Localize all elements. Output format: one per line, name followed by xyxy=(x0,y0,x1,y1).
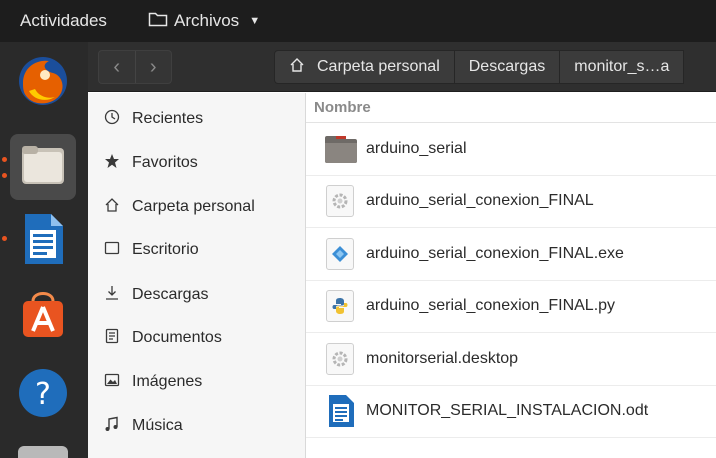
clock-icon xyxy=(104,109,132,130)
column-header-nombre[interactable]: Nombre xyxy=(306,93,716,123)
document-icon xyxy=(104,328,132,349)
svg-text:?: ? xyxy=(35,377,51,412)
python-file-icon xyxy=(326,290,354,323)
sidebar-item-descargas[interactable]: Descargas xyxy=(104,280,208,310)
executable-icon xyxy=(326,185,354,218)
download-icon xyxy=(104,285,132,306)
partial-dock-icon xyxy=(18,446,68,458)
navigation-buttons: ‹ › xyxy=(98,50,172,84)
sidebar-item-label: Recientes xyxy=(132,110,204,127)
dock: ? xyxy=(0,42,88,458)
file-name: monitorserial.desktop xyxy=(366,349,519,367)
software-center-icon xyxy=(19,287,67,344)
odt-document-icon xyxy=(324,394,358,428)
sidebar-item-label: Escritorio xyxy=(132,241,199,258)
sidebar-item-label: Documentos xyxy=(132,329,222,346)
places-sidebar: Recientes Favoritos Carpeta personal Esc… xyxy=(88,93,306,458)
activities-button[interactable]: Actividades xyxy=(0,11,148,31)
dock-item-files[interactable] xyxy=(10,134,76,200)
sidebar-item-label: Carpeta personal xyxy=(132,198,255,215)
home-icon xyxy=(289,57,305,78)
star-icon xyxy=(104,153,132,174)
sidebar-item-carpeta-personal[interactable]: Carpeta personal xyxy=(104,192,255,222)
help-icon: ? xyxy=(17,367,69,424)
folder-icon xyxy=(324,132,358,166)
running-indicator xyxy=(2,173,7,178)
dock-item-software[interactable] xyxy=(10,282,76,348)
folder-outline-icon xyxy=(148,11,168,32)
file-name: arduino_serial_conexion_FINAL xyxy=(366,192,594,210)
list-item[interactable]: arduino_serial_conexion_FINAL.exe xyxy=(306,228,716,281)
file-name: arduino_serial_conexion_FINAL.exe xyxy=(366,244,624,262)
breadcrumb-label: monitor_s…a xyxy=(574,58,670,75)
app-menu-label: Archivos xyxy=(174,11,240,30)
writer-icon xyxy=(21,212,65,271)
list-item[interactable]: monitorserial.desktop xyxy=(306,333,716,386)
file-name: arduino_serial_conexion_FINAL.py xyxy=(366,297,616,315)
sidebar-item-musica[interactable]: Música xyxy=(104,411,183,441)
path-bar: Carpeta personal Descargas monitor_s…a xyxy=(274,50,685,84)
music-icon xyxy=(104,416,132,437)
dock-item-firefox[interactable] xyxy=(10,50,76,116)
forward-button[interactable]: › xyxy=(134,51,172,83)
breadcrumb-label: Descargas xyxy=(468,58,546,75)
image-icon xyxy=(104,372,132,393)
files-headerbar: ‹ › Carpeta personal Descargas monitor_s… xyxy=(88,42,716,92)
breadcrumb-descargas[interactable]: Descargas xyxy=(453,50,561,84)
breadcrumb-label: Carpeta personal xyxy=(317,58,440,75)
sidebar-item-favoritos[interactable]: Favoritos xyxy=(104,148,198,178)
files-icon xyxy=(20,144,66,191)
file-list: Nombre arduino_serial arduino_serial_con… xyxy=(306,93,716,458)
caret-down-icon: ▼ xyxy=(249,15,261,27)
sidebar-item-imagenes[interactable]: Imágenes xyxy=(104,367,202,397)
desktop-icon xyxy=(104,240,132,261)
list-item[interactable]: arduino_serial_conexion_FINAL.py xyxy=(306,281,716,333)
file-name: arduino_serial xyxy=(366,139,467,157)
breadcrumb-home[interactable]: Carpeta personal xyxy=(274,50,455,84)
app-menu[interactable]: Archivos ▼ xyxy=(148,11,260,32)
dock-item-writer[interactable] xyxy=(10,208,76,274)
top-panel: Actividades Archivos ▼ xyxy=(0,0,716,42)
sidebar-item-label: Música xyxy=(132,417,183,434)
sidebar-item-documentos[interactable]: Documentos xyxy=(104,323,222,353)
breadcrumb-current[interactable]: monitor_s…a xyxy=(559,50,685,84)
dock-item-help[interactable]: ? xyxy=(10,362,76,428)
back-button[interactable]: ‹ xyxy=(99,51,135,83)
list-item[interactable]: arduino_serial_conexion_FINAL xyxy=(306,176,716,228)
sidebar-item-recientes[interactable]: Recientes xyxy=(104,104,203,134)
sidebar-item-label: Descargas xyxy=(132,286,209,303)
running-indicator xyxy=(2,157,7,162)
desktop-file-icon xyxy=(326,342,354,375)
running-indicator xyxy=(2,236,7,241)
home-icon xyxy=(104,197,132,218)
wine-exe-icon xyxy=(326,237,354,270)
sidebar-item-label: Imágenes xyxy=(132,373,203,390)
sidebar-item-label: Favoritos xyxy=(132,154,198,171)
sidebar-item-escritorio[interactable]: Escritorio xyxy=(104,235,199,265)
list-item[interactable]: arduino_serial xyxy=(306,123,716,176)
file-name: MONITOR_SERIAL_INSTALACION.odt xyxy=(366,402,649,420)
firefox-icon xyxy=(15,53,71,114)
list-item[interactable]: MONITOR_SERIAL_INSTALACION.odt xyxy=(306,386,716,438)
